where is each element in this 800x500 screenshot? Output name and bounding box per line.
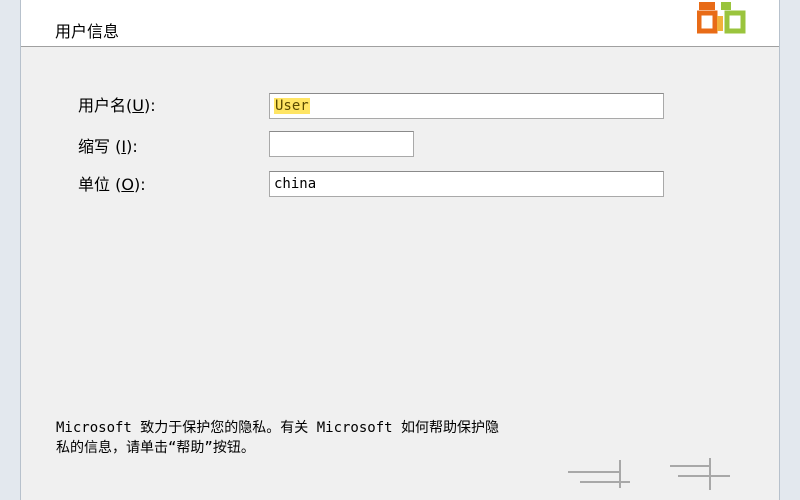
page-title: 用户信息 (55, 22, 120, 41)
privacy-line-1: Microsoft 致力于保护您的隐私。有关 Microsoft 如何帮助保护隐 (56, 420, 500, 436)
window-left-edge (0, 0, 21, 500)
organization-field[interactable]: china (269, 171, 664, 197)
privacy-notice: Microsoft 致力于保护您的隐私。有关 Microsoft 如何帮助保护隐… (56, 418, 576, 458)
dialog-window: 用户信息 用户名(U): User 缩写 (I): 单位 (O): china … (0, 0, 800, 500)
dialog-header: 用户信息 (21, 0, 779, 47)
initials-label: 缩写 (I): (78, 137, 138, 156)
window-right-edge (779, 0, 800, 500)
privacy-line-2: 私的信息，请单击“帮助”按钮。 (56, 440, 255, 456)
initials-field[interactable] (269, 131, 414, 157)
watermark-icon (568, 458, 730, 490)
username-field[interactable]: User (269, 93, 664, 119)
username-label: 用户名(U): (78, 96, 156, 115)
username-value: User (274, 98, 310, 114)
organization-value: china (274, 176, 317, 192)
office-logo-icon (697, 2, 746, 34)
organization-label: 单位 (O): (78, 175, 146, 194)
